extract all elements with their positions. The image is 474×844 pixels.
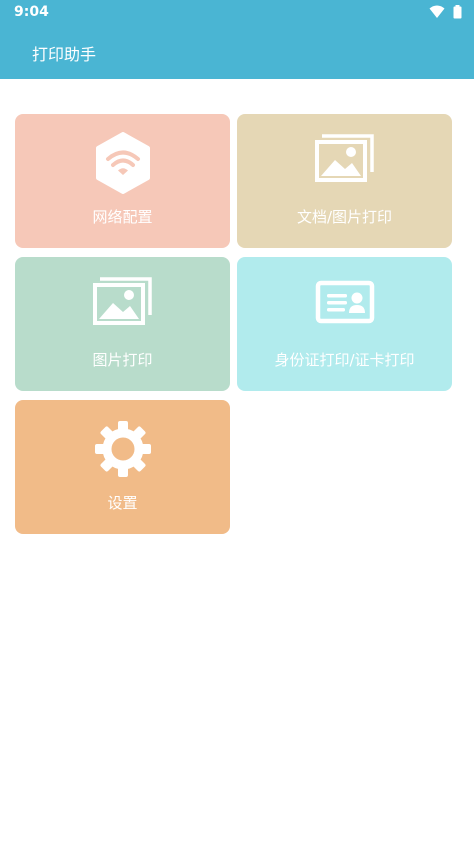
app-title: 打印助手 [32,45,97,64]
wifi-hexagon-icon [94,132,152,198]
image-stack-icon [92,275,154,333]
image-print-tile[interactable]: 图片打印 [15,257,230,391]
settings-label: 设置 [107,494,138,512]
status-icons [429,4,462,23]
image-print-label: 图片打印 [92,351,153,369]
id-card-print-tile[interactable]: 身份证打印/证卡打印 [237,257,452,391]
settings-tile[interactable]: 设置 [15,400,230,534]
wifi-signal-icon [429,4,445,23]
document-image-print-label: 文档/图片打印 [296,208,393,226]
id-card-print-label: 身份证打印/证卡打印 [274,351,415,369]
network-config-label: 网络配置 [92,208,153,226]
battery-icon [453,4,462,23]
image-stack-icon [314,132,376,190]
id-card-icon [314,275,376,333]
app-bar: 打印助手 [0,24,474,79]
gear-icon [92,418,154,484]
network-config-tile[interactable]: 网络配置 [15,114,230,248]
status-bar: 9:04 [0,0,474,24]
document-image-print-tile[interactable]: 文档/图片打印 [237,114,452,248]
status-time: 9:04 [14,4,49,20]
